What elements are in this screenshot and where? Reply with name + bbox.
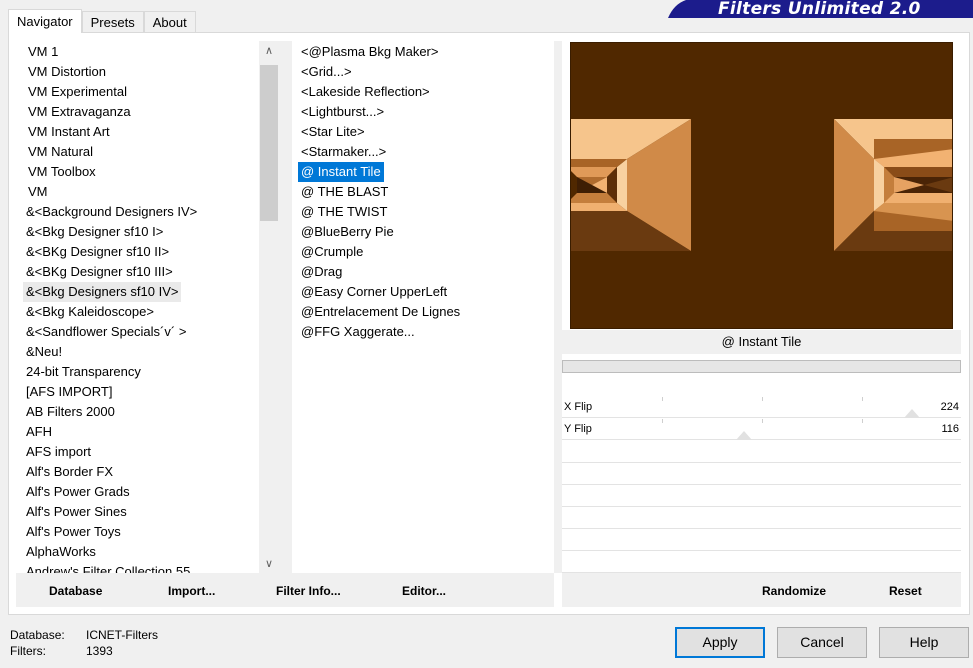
- category-item[interactable]: VM Instant Art: [25, 122, 113, 142]
- tab-strip: Navigator Presets About: [8, 9, 196, 33]
- filter-item[interactable]: @ Instant Tile: [298, 162, 384, 182]
- filter-item[interactable]: @Easy Corner UpperLeft: [298, 282, 450, 302]
- filter-item[interactable]: <Lightburst...>: [298, 102, 387, 122]
- category-item[interactable]: VM Natural: [25, 142, 96, 162]
- navigator-panel: VM 1 VM Distortion VM Experimental VM Extra…: [8, 32, 970, 615]
- list-divider: [554, 41, 562, 573]
- scroll-down-icon[interactable]: ∨: [259, 554, 279, 574]
- filter-item[interactable]: @Entrelacement De Lignes: [298, 302, 463, 322]
- category-item[interactable]: AB Filters 2000: [23, 402, 118, 422]
- slider-label: Y Flip: [564, 423, 592, 435]
- preview-tile-left: [571, 119, 691, 251]
- empty-slider-row: [562, 507, 961, 529]
- category-item[interactable]: VM Distortion: [25, 62, 109, 82]
- category-item[interactable]: VM: [25, 182, 51, 202]
- editor-button[interactable]: Editor...: [402, 573, 446, 607]
- category-item[interactable]: &<Sandflower Specials´v´ >: [23, 322, 189, 342]
- slider-tick: [862, 419, 863, 423]
- preview-tile-right: [834, 119, 952, 251]
- filter-item[interactable]: @Crumple: [298, 242, 366, 262]
- empty-slider-row: [562, 485, 961, 507]
- filter-item[interactable]: <@Plasma Bkg Maker>: [298, 42, 441, 62]
- filter-list[interactable]: <@Plasma Bkg Maker> <Grid...> <Lakeside Re…: [292, 41, 554, 573]
- category-item[interactable]: &<Bkg Designer sf10 I>: [23, 222, 166, 242]
- slider-y-flip[interactable]: Y Flip 116: [562, 419, 961, 440]
- filters-count: 1393: [86, 644, 113, 658]
- category-item[interactable]: Alf's Border FX: [23, 462, 116, 482]
- slider-value: 224: [940, 401, 959, 413]
- category-item[interactable]: VM Extravaganza: [25, 102, 134, 122]
- category-item[interactable]: &<Bkg Kaleidoscope>: [23, 302, 157, 322]
- slider-label: X Flip: [564, 401, 593, 413]
- slider-area: X Flip 224 Y Flip 116: [562, 375, 961, 573]
- reset-button[interactable]: Reset: [889, 573, 922, 607]
- category-item[interactable]: &Neu!: [23, 342, 65, 362]
- category-item[interactable]: Andrew's Filter Collection 55: [23, 562, 193, 573]
- filters-label: Filters:: [10, 644, 46, 658]
- database-value: ICNET-Filters: [86, 628, 158, 642]
- help-button[interactable]: Help: [879, 627, 969, 658]
- slider-x-flip[interactable]: X Flip 224: [562, 397, 961, 418]
- slider-value: 116: [941, 423, 959, 435]
- empty-slider-row: [562, 463, 961, 485]
- empty-slider-row: [562, 529, 961, 551]
- tab-navigator[interactable]: Navigator: [8, 9, 82, 33]
- category-item[interactable]: [AFS IMPORT]: [23, 382, 115, 402]
- category-item[interactable]: Alf's Power Grads: [23, 482, 133, 502]
- slider-tick: [862, 397, 863, 401]
- tab-about[interactable]: About: [143, 11, 196, 33]
- database-button[interactable]: Database: [49, 573, 102, 607]
- list-divider: [279, 41, 292, 573]
- category-item[interactable]: &<BKg Designer sf10 II>: [23, 242, 172, 262]
- filter-item[interactable]: @FFG Xaggerate...: [298, 322, 418, 342]
- filter-item[interactable]: <Lakeside Reflection>: [298, 82, 433, 102]
- slider-tick: [662, 397, 663, 401]
- tab-presets[interactable]: Presets: [81, 11, 144, 33]
- slider-tick: [762, 397, 763, 401]
- filter-item[interactable]: @ THE TWIST: [298, 202, 390, 222]
- slider-thumb[interactable]: [904, 409, 920, 418]
- filter-item[interactable]: @BlueBerry Pie: [298, 222, 397, 242]
- category-item[interactable]: &<Bkg Designers sf10 IV>: [23, 282, 182, 302]
- category-item[interactable]: AFS import: [23, 442, 94, 462]
- import-button[interactable]: Import...: [168, 573, 215, 607]
- category-item[interactable]: &<Background Designers IV>: [23, 202, 200, 222]
- category-item[interactable]: VM 1: [25, 42, 61, 62]
- filter-info-button[interactable]: Filter Info...: [276, 573, 341, 607]
- category-list[interactable]: VM 1 VM Distortion VM Experimental VM Extra…: [23, 41, 279, 573]
- category-item[interactable]: Alf's Power Toys: [23, 522, 124, 542]
- app-banner: Filters Unlimited 2.0: [668, 0, 973, 19]
- app-title: Filters Unlimited 2.0: [718, 0, 921, 19]
- selected-filter-name: @ Instant Tile: [562, 330, 961, 354]
- category-item[interactable]: VM Toolbox: [25, 162, 99, 182]
- slider-thumb[interactable]: [736, 431, 752, 440]
- empty-slider-row: [562, 551, 961, 573]
- progress-bar: [562, 360, 961, 373]
- filter-preview-image: [570, 42, 953, 329]
- category-item[interactable]: Alf's Power Sines: [23, 502, 130, 522]
- filter-item[interactable]: <Star Lite>: [298, 122, 368, 142]
- database-label: Database:: [10, 628, 65, 642]
- scrollbar-thumb[interactable]: [260, 65, 278, 221]
- filter-item[interactable]: <Grid...>: [298, 62, 355, 82]
- empty-slider-row: [562, 441, 961, 463]
- filter-item[interactable]: @ THE BLAST: [298, 182, 391, 202]
- scroll-up-icon[interactable]: ∧: [259, 41, 279, 61]
- slider-tick: [662, 419, 663, 423]
- category-item[interactable]: VM Experimental: [25, 82, 130, 102]
- randomize-button[interactable]: Randomize: [762, 573, 826, 607]
- category-scrollbar[interactable]: ∧ ∨: [259, 41, 279, 574]
- left-button-bar: Database Import... Filter Info... Editor…: [16, 573, 554, 607]
- category-item[interactable]: &<BKg Designer sf10 III>: [23, 262, 176, 282]
- category-item[interactable]: 24-bit Transparency: [23, 362, 144, 382]
- category-item[interactable]: AFH: [23, 422, 55, 442]
- slider-tick: [762, 419, 763, 423]
- filter-item[interactable]: <Starmaker...>: [298, 142, 389, 162]
- category-item[interactable]: AlphaWorks: [23, 542, 99, 562]
- right-button-bar: Randomize Reset: [562, 573, 961, 607]
- cancel-button[interactable]: Cancel: [777, 627, 867, 658]
- filter-item[interactable]: @Drag: [298, 262, 345, 282]
- apply-button[interactable]: Apply: [675, 627, 765, 658]
